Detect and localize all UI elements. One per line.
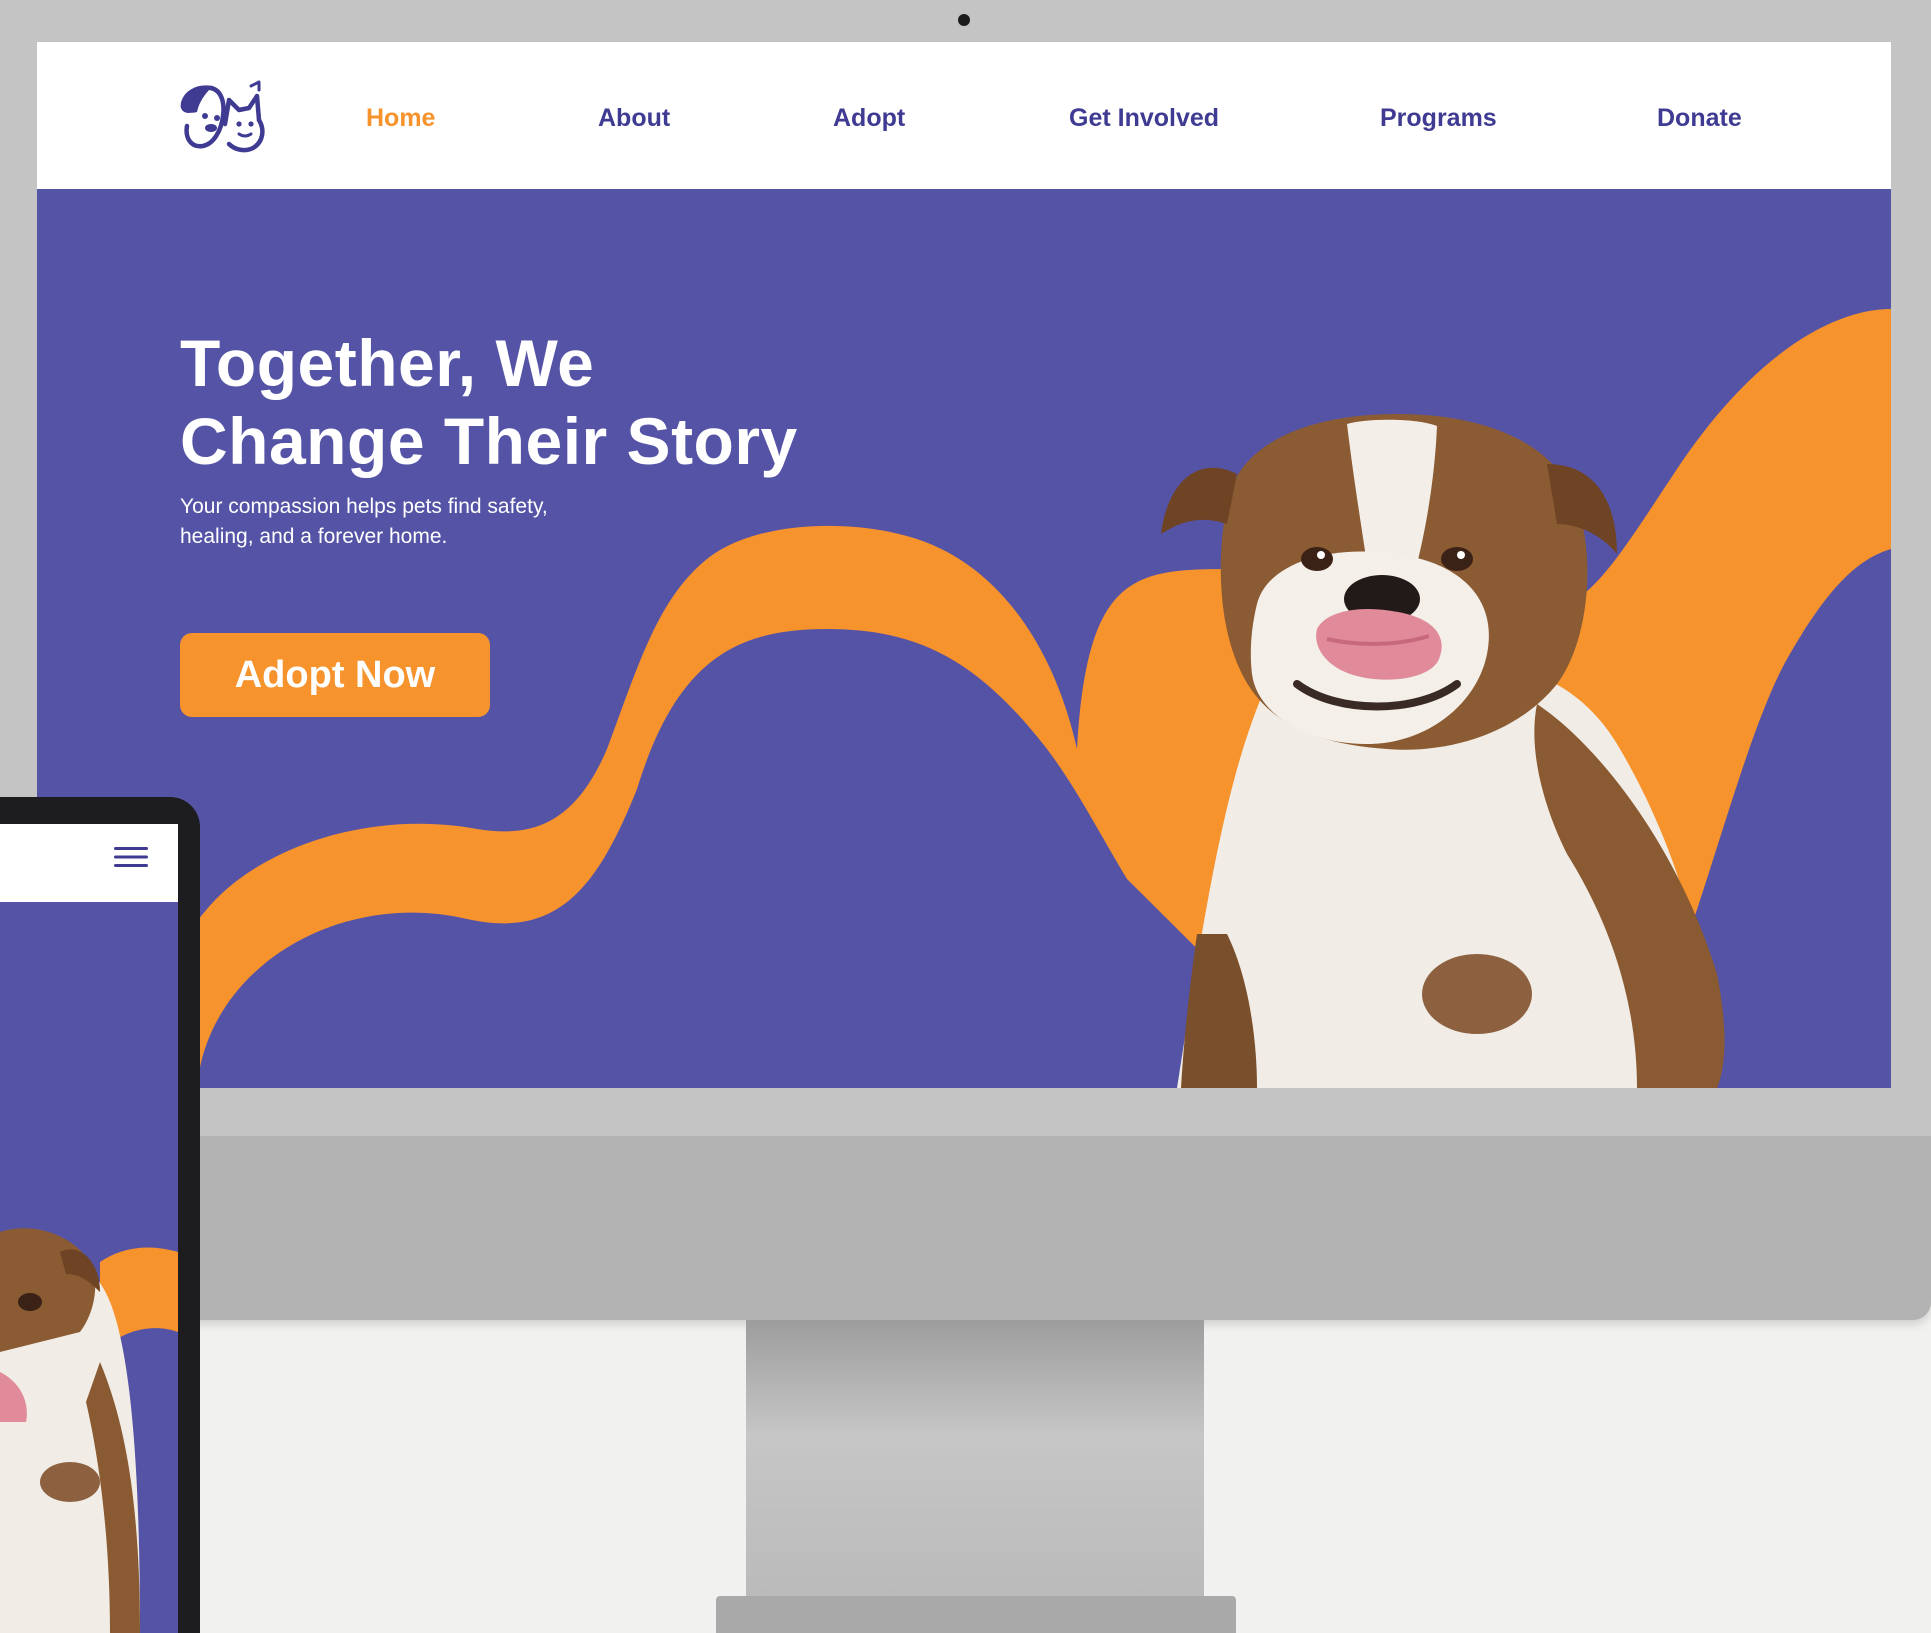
mobile-navigation (0, 824, 178, 902)
adopt-now-button[interactable]: Adopt Now (180, 633, 490, 717)
nav-link-programs[interactable]: Programs (1380, 104, 1497, 133)
hero-subtitle-line-2: healing, and a forever home. (180, 525, 448, 548)
hero-title-line-1: Together, We (180, 326, 595, 400)
monitor-stand-foot (716, 1596, 1236, 1633)
monitor-stand (746, 1320, 1204, 1610)
webcam-dot (958, 14, 970, 26)
top-navigation: Home About Adopt Get Involved Programs D… (37, 42, 1891, 189)
desktop-screen: Home About Adopt Get Involved Programs D… (37, 42, 1891, 1088)
desktop-monitor: Home About Adopt Get Involved Programs D… (0, 0, 1931, 1320)
nav-link-adopt[interactable]: Adopt (833, 104, 905, 133)
bulldog-photo (1161, 414, 1725, 1088)
nav-link-about[interactable]: About (598, 104, 670, 133)
mobile-screen (0, 824, 178, 1633)
dog-and-cat-logo-icon[interactable] (177, 80, 281, 156)
hero-title: Together, We Change Their Story (180, 324, 940, 480)
hero-subtitle-line-1: Your compassion helps pets find safety, (180, 495, 548, 518)
hero-title-line-2: Change Their Story (180, 404, 798, 478)
hamburger-menu-icon[interactable] (114, 846, 148, 868)
hero-section: Together, We Change Their Story Your com… (37, 189, 1891, 1088)
mobile-hero-image (0, 1228, 178, 1633)
hero-subtitle: Your compassion helps pets find safety, … (180, 492, 700, 552)
monitor-chin (0, 1136, 1931, 1320)
nav-link-home[interactable]: Home (366, 104, 435, 133)
nav-link-donate[interactable]: Donate (1657, 104, 1742, 133)
nav-link-get-involved[interactable]: Get Involved (1069, 104, 1219, 133)
